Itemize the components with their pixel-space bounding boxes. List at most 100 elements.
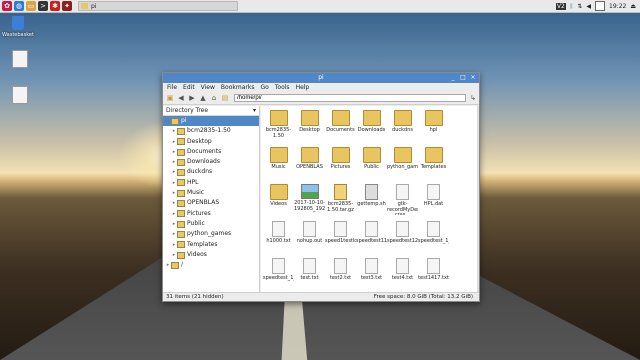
file-item[interactable]: Templates [418, 145, 449, 178]
forward-arrow-icon[interactable]: ▶ [188, 94, 196, 102]
file-item-label: test.txt [300, 275, 319, 281]
file-item[interactable]: test4.txt [387, 256, 418, 289]
cpu-monitor-icon[interactable] [595, 1, 606, 11]
eject-icon[interactable]: ⏏ [630, 3, 636, 10]
vnc-icon[interactable]: V2 [555, 2, 566, 10]
file-item[interactable]: Music [263, 145, 294, 178]
tree-item[interactable]: ▸ bcm2835-1.50 [163, 126, 259, 136]
path-input[interactable] [234, 94, 466, 102]
tree-item-label: / [181, 261, 184, 269]
tree-item[interactable]: ▸ pi [163, 116, 259, 127]
file-item[interactable]: Downloads [356, 108, 387, 141]
file-item-label: 2017-10-10-192805_1920x1080_sc... [294, 200, 325, 212]
tree-item[interactable]: ▸ duckdns [163, 167, 259, 177]
tree-item[interactable]: ▸ / [163, 260, 259, 270]
window-title: pi [318, 74, 324, 81]
file-item[interactable]: OPENBLAS [294, 145, 325, 178]
wolfram-icon[interactable]: ✱ [50, 1, 60, 11]
volume-icon[interactable]: ◀ [586, 3, 591, 10]
mathematica-icon[interactable]: ✦ [62, 1, 72, 11]
bluetooth-icon[interactable]: ᛒ [570, 3, 574, 10]
file-item[interactable]: bcm2835-1.50.tar.gz [325, 182, 356, 215]
raspberry-menu-icon[interactable]: ✿ [2, 1, 12, 11]
file-item-label: test1417.txt [418, 275, 449, 281]
menu-bookmarks[interactable]: Bookmarks [221, 84, 255, 91]
maximize-icon[interactable]: □ [459, 74, 467, 82]
file-item[interactable]: h1000.txt [263, 219, 294, 252]
file-item[interactable]: duckdns [387, 108, 418, 141]
file-item-label: gtk-recordMyDesktop-cras... [387, 201, 418, 215]
tree-item[interactable]: ▸ OPENBLAS [163, 198, 259, 208]
file-item[interactable]: speedtest11MHzwheatsink.txt [356, 219, 387, 252]
tree-item[interactable]: ▸ Documents [163, 147, 259, 157]
file-manager-icon[interactable]: ▭ [26, 1, 36, 11]
tree-item[interactable]: ▸ python_games [163, 229, 259, 239]
tree-item[interactable]: ▸ Music [163, 188, 259, 198]
menu-edit[interactable]: Edit [183, 84, 195, 91]
file-item[interactable]: gettemp.sh [356, 182, 387, 215]
clock[interactable]: 19:22 [609, 3, 626, 10]
folder-icon [171, 117, 179, 125]
menu-go[interactable]: Go [260, 84, 268, 91]
desktop-file-icon[interactable] [2, 50, 38, 70]
file-item[interactable]: nohup.out [294, 219, 325, 252]
file-item[interactable]: Desktop [294, 108, 325, 141]
file-item[interactable]: Documents [325, 108, 356, 141]
menu-help[interactable]: Help [296, 84, 310, 91]
file-item-label: Music [271, 164, 286, 170]
file-item[interactable]: HPL.dat [418, 182, 449, 215]
new-folder-icon[interactable]: ▣ [166, 94, 174, 102]
tree-item[interactable]: ▸ Templates [163, 240, 259, 250]
file-item[interactable]: python_games [387, 145, 418, 178]
file-item-label: Pictures [330, 164, 351, 170]
file-item[interactable]: speed1testlong.txt [325, 219, 356, 252]
menu-file[interactable]: File [167, 84, 177, 91]
file-icon [303, 221, 316, 237]
menu-tools[interactable]: Tools [275, 84, 290, 91]
back-arrow-icon[interactable]: ◀ [177, 94, 185, 102]
terminal-icon[interactable]: > [38, 1, 48, 11]
tree-item-label: Videos [187, 250, 207, 258]
folder-icon [177, 189, 185, 197]
file-item[interactable]: 2017-10-10-192805_1920x1080_sc... [294, 182, 325, 215]
home-icon[interactable]: ⌂ [210, 94, 218, 102]
folder-icon [177, 158, 185, 166]
web-browser-icon[interactable]: ◍ [14, 1, 24, 11]
wastebasket-desktop-icon[interactable]: Wastebasket [0, 16, 36, 38]
taskbar-window-button[interactable]: pi [78, 1, 238, 11]
tree-item[interactable]: ▸ Public [163, 219, 259, 229]
file-item[interactable]: test.txt [294, 256, 325, 289]
up-arrow-icon[interactable]: ▲ [199, 94, 207, 102]
menu-view[interactable]: View [201, 84, 215, 91]
go-icon[interactable]: ↳ [469, 94, 477, 102]
file-item[interactable]: Videos [263, 182, 294, 215]
file-item[interactable]: hpl [418, 108, 449, 141]
network-icon[interactable]: ⇅ [577, 3, 582, 10]
file-item[interactable]: speedtest_1_15_MHzwheatsinkyou... [263, 256, 294, 289]
file-item[interactable]: gtk-recordMyDesktop-cras... [387, 182, 418, 215]
tree-item[interactable]: ▸ Pictures [163, 209, 259, 219]
tree-item[interactable]: ▸ Videos [163, 250, 259, 260]
scrollbar[interactable] [477, 106, 479, 292]
tree-item[interactable]: ▸ HPL [163, 178, 259, 188]
file-item[interactable]: bcm2835-1.50 [263, 108, 294, 141]
file-item[interactable]: test2.txt [325, 256, 356, 289]
sidebar-mode-select[interactable]: Directory Tree ▾ [163, 106, 259, 116]
minimize-icon[interactable]: _ [449, 74, 457, 82]
file-item[interactable]: Pictures [325, 145, 356, 178]
status-bar: 31 items (21 hidden) Free space: 8.0 GiB… [163, 292, 479, 301]
tree-item[interactable]: ▸ Desktop [163, 137, 259, 147]
file-item[interactable]: test3.txt [356, 256, 387, 289]
file-icon [12, 86, 28, 104]
file-item[interactable]: Public [356, 145, 387, 178]
menu-bar: File Edit View Bookmarks Go Tools Help [163, 83, 479, 92]
toolbar: ▣ ◀ ▶ ▲ ⌂ ▤ ↳ [163, 92, 479, 105]
desktop-file-icon[interactable] [2, 86, 38, 106]
close-icon[interactable]: × [469, 74, 477, 82]
tree-item[interactable]: ▸ Downloads [163, 157, 259, 167]
folder-icon [331, 147, 350, 163]
file-item[interactable]: speedtest12wheatsinknoairflail.txt [387, 219, 418, 252]
file-item[interactable]: test1417.txt [418, 256, 449, 289]
file-item[interactable]: speedtest_1_15MHzwheatsink.txt [418, 219, 449, 252]
window-titlebar[interactable]: pi _ □ × [163, 73, 479, 83]
